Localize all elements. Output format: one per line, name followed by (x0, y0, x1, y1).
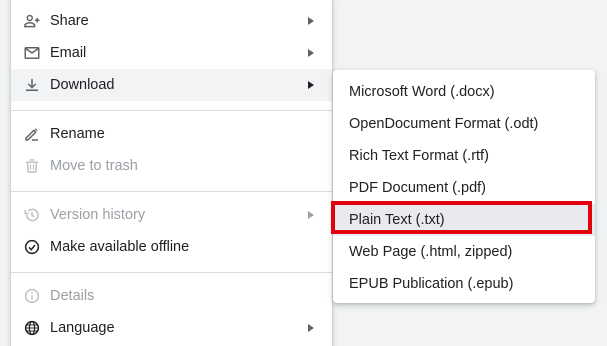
download-option-label: OpenDocument Format (.odt) (349, 116, 539, 132)
download-option-txt[interactable]: Plain Text (.txt) (333, 204, 595, 236)
download-option-pdf[interactable]: PDF Document (.pdf) (333, 172, 595, 204)
history-icon (23, 206, 41, 224)
download-option-epub[interactable]: EPUB Publication (.epub) (333, 268, 595, 300)
download-option-odt[interactable]: OpenDocument Format (.odt) (333, 108, 595, 140)
menu-divider (11, 191, 332, 192)
download-option-rtf[interactable]: Rich Text Format (.rtf) (333, 140, 595, 172)
menu-item-make-available-offline[interactable]: Make available offline (11, 231, 332, 263)
menu-item-rename[interactable]: Rename (11, 118, 332, 150)
menu-item-label: Make available offline (50, 239, 190, 255)
submenu-arrow-icon (308, 81, 314, 89)
download-option-docx[interactable]: Microsoft Word (.docx) (333, 76, 595, 108)
menu-item-version-history[interactable]: Version history (11, 199, 332, 231)
menu-item-label: Version history (50, 207, 146, 223)
submenu-arrow-icon (308, 49, 314, 57)
mail-icon (23, 44, 41, 62)
menu-item-move-to-trash[interactable]: Move to trash (11, 150, 332, 182)
download-icon (23, 76, 41, 94)
download-option-html-zipped[interactable]: Web Page (.html, zipped) (333, 236, 595, 268)
menu-item-download[interactable]: Download (11, 69, 332, 101)
download-submenu: Microsoft Word (.docx) OpenDocument Form… (333, 70, 595, 303)
menu-item-label: Details (50, 288, 95, 304)
menu-item-label: Move to trash (50, 158, 138, 174)
menu-item-label: Language (50, 320, 115, 336)
download-option-label: PDF Document (.pdf) (349, 180, 486, 196)
download-option-label: Microsoft Word (.docx) (349, 84, 495, 100)
menu-item-details[interactable]: Details (11, 280, 332, 312)
menu-item-language[interactable]: Language (11, 312, 332, 344)
globe-icon (23, 319, 41, 337)
menu-item-label: Rename (50, 126, 105, 142)
download-option-label: Web Page (.html, zipped) (349, 244, 513, 260)
person-add-icon (23, 12, 41, 30)
menu-item-share[interactable]: Share (11, 5, 332, 37)
submenu-arrow-icon (308, 324, 314, 332)
download-option-label: Rich Text Format (.rtf) (349, 148, 489, 164)
menu-divider (11, 272, 332, 273)
menu-item-label: Email (50, 45, 87, 61)
file-menu: Share Email Download Rename Move to tras… (11, 0, 332, 346)
menu-item-email[interactable]: Email (11, 37, 332, 69)
download-option-label: Plain Text (.txt) (349, 212, 445, 228)
download-option-label: EPUB Publication (.epub) (349, 276, 514, 292)
menu-item-label: Download (50, 77, 115, 93)
menu-item-label: Share (50, 13, 89, 29)
menu-divider (11, 110, 332, 111)
offline-check-icon (23, 238, 41, 256)
info-icon (23, 287, 41, 305)
screenshot-stage: Share Email Download Rename Move to tras… (0, 0, 607, 346)
trash-icon (23, 157, 41, 175)
submenu-arrow-icon (308, 211, 314, 219)
submenu-arrow-icon (308, 17, 314, 25)
rename-pencil-icon (23, 125, 41, 143)
